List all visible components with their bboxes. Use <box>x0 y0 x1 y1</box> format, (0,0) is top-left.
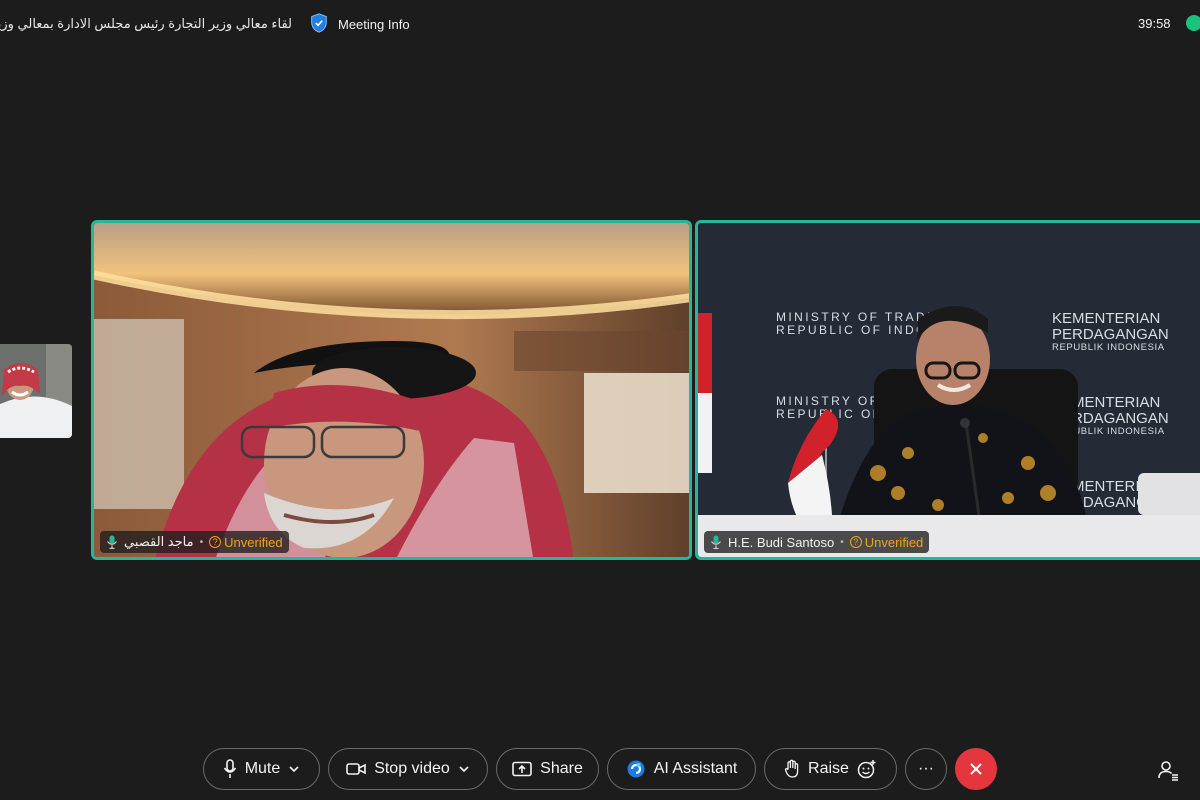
reactions-emoji-icon[interactable] <box>857 759 877 779</box>
raise-label: Raise <box>808 760 849 777</box>
separator-dot: • <box>199 536 204 548</box>
separator-dot: • <box>840 536 844 548</box>
meeting-toolbar: Mute Stop video Share AI Assistant Raise <box>0 740 1200 800</box>
share-button[interactable]: Share <box>496 748 599 790</box>
more-dots-icon: ··· <box>918 760 934 777</box>
video-camera-icon <box>346 761 366 777</box>
video-tile-participant-1[interactable]: ماجد القصبي • ? Unverified <box>91 220 692 560</box>
share-label: Share <box>540 760 583 777</box>
video-tile-participant-2[interactable]: MINISTRY OF TRADE REPUBLIC OF INDONESIA … <box>695 220 1200 560</box>
share-screen-icon <box>512 761 532 777</box>
top-bar: لقاء معالي وزير التجارة رئيس مجلس الادار… <box>0 0 1200 48</box>
participant-1-name: ماجد القصبي <box>124 534 194 549</box>
chevron-down-icon[interactable] <box>288 763 300 775</box>
ai-assistant-button[interactable]: AI Assistant <box>607 748 756 790</box>
participant-2-status: ? Unverified <box>849 534 924 550</box>
participant-2-name: H.E. Budi Santoso <box>728 534 835 550</box>
network-status-icon[interactable] <box>1186 15 1200 31</box>
backdrop-text-5: KEMENTERIAN <box>1052 310 1160 327</box>
shield-icon <box>308 12 330 37</box>
close-icon <box>969 762 983 776</box>
raise-hand-button[interactable]: Raise <box>764 748 897 790</box>
question-icon: ? <box>209 536 222 548</box>
backdrop-text-7: REPUBLIK INDONESIA <box>1052 342 1165 353</box>
hand-icon <box>784 759 800 779</box>
backdrop-text-1: MINISTRY OF TRADE <box>776 310 938 324</box>
meeting-timer: 39:58 <box>1138 16 1171 31</box>
participants-panel-button[interactable] <box>1156 758 1180 782</box>
participant-1-video <box>94 223 689 557</box>
self-view-thumbnail[interactable] <box>0 344 72 438</box>
participants-icon <box>1156 761 1180 786</box>
participant-1-status: ? Unverified <box>209 535 283 550</box>
mic-icon <box>710 535 722 549</box>
backdrop-text-6: PERDAGANGAN <box>1052 326 1169 343</box>
meeting-title: لقاء معالي وزير التجارة رئيس مجلس الادار… <box>0 16 292 31</box>
chevron-down-icon[interactable] <box>458 763 470 775</box>
stop-video-button[interactable]: Stop video <box>328 748 488 790</box>
microphone-icon <box>223 759 237 779</box>
participant-1-status-label: Unverified <box>224 534 283 550</box>
mic-icon <box>106 535 118 549</box>
participant-1-name-tag: ماجد القصبي • ? Unverified <box>100 531 289 553</box>
stop-video-label: Stop video <box>374 760 450 777</box>
participant-2-status-label: Unverified <box>864 534 924 550</box>
participant-2-name-tag: H.E. Budi Santoso • ? Unverified <box>704 531 930 553</box>
participant-2-video: MINISTRY OF TRADE REPUBLIC OF INDONESIA … <box>698 223 1200 557</box>
meeting-info-button[interactable]: Meeting Info <box>308 12 410 36</box>
mute-button[interactable]: Mute <box>203 748 320 790</box>
self-view-video <box>0 344 72 438</box>
question-icon: ? <box>849 536 862 548</box>
meeting-info-label: Meeting Info <box>338 16 410 32</box>
ai-assistant-label: AI Assistant <box>653 760 738 777</box>
ai-assistant-icon <box>626 759 646 779</box>
leave-meeting-button[interactable] <box>955 748 997 790</box>
more-options-button[interactable]: ··· <box>905 748 947 790</box>
mute-label: Mute <box>244 760 281 777</box>
